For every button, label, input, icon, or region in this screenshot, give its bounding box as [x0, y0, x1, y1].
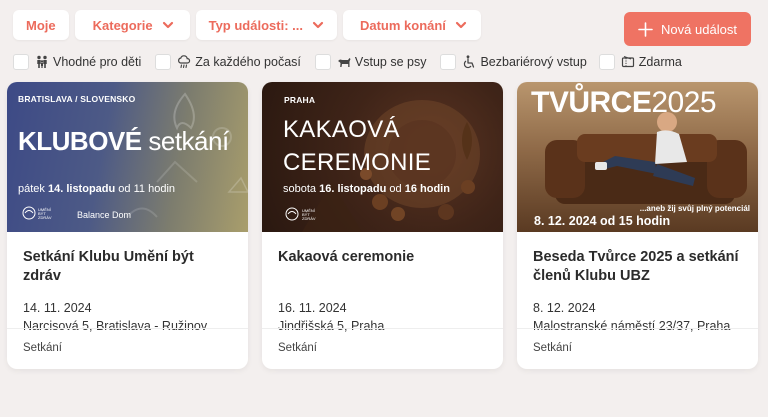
image-date: 14. listopadu — [47, 183, 116, 195]
checkbox[interactable] — [314, 54, 331, 70]
dog-icon — [337, 58, 351, 67]
filter-za-kazdeho-pocasi[interactable]: Za každého počasí — [155, 54, 301, 70]
event-image: PRAHA KAKAOVÁ CEREMONIE sobota 16. listo… — [262, 82, 503, 232]
chevron-down-icon — [455, 21, 467, 29]
event-image-city: PRAHA — [284, 95, 316, 105]
filter-typ-udalosti-dropdown[interactable]: Typ události: ... — [195, 10, 337, 40]
plus-icon — [638, 21, 653, 37]
event-date: 14. 11. 2024 — [23, 301, 92, 315]
event-card[interactable]: TVŮRCE2025 ...aneb žij svůj plný potenci… — [517, 82, 758, 369]
filter-datum-konani-label: Datum konání — [359, 17, 446, 33]
image-hour: 11 hodin — [133, 183, 175, 195]
event-address: Jindřišská 5, Praha — [278, 319, 385, 333]
event-image-headline-line2: CEREMONIE — [283, 149, 432, 176]
image-day: sobota — [283, 183, 317, 195]
event-image-logo-text: UMĚNÍ BÝT ZDRÁV — [38, 207, 52, 221]
event-title[interactable]: Beseda Tvůrce 2025 a setkání členů Klubu… — [533, 248, 742, 286]
event-address: Narcisová 5, Bratislava - Ružinov — [23, 319, 208, 333]
event-image-city: BRATISLAVA / SLOVENSKO — [18, 94, 136, 104]
event-date: 16. 11. 2024 — [278, 301, 347, 315]
filter-kategorie-dropdown[interactable]: Kategorie — [74, 10, 190, 40]
chevron-down-icon — [162, 21, 173, 29]
event-image-tagline: ...aneb žij svůj plný potenciál — [639, 204, 750, 213]
family-icon — [37, 55, 47, 68]
event-image-date-line: 8. 12. 2024 od 15 hodin — [534, 214, 671, 228]
filter-typ-udalosti-label: Typ události: ... — [208, 17, 303, 33]
filter-kategorie-label: Kategorie — [92, 17, 153, 33]
event-image-headline-line1: KAKAOVÁ — [283, 116, 400, 143]
event-title[interactable]: Setkání Klubu Umění být zdráv — [23, 248, 232, 286]
event-image-headline: KLUBOVÉ setkání — [18, 126, 229, 157]
filter-moje-button[interactable]: Moje — [13, 10, 69, 40]
event-image-brand: TVŮRCE2025 — [531, 86, 717, 120]
ticket-icon — [621, 55, 634, 68]
divider — [517, 328, 758, 329]
filter-zdarma[interactable]: Zdarma — [598, 54, 682, 70]
event-category: Setkání — [278, 342, 317, 354]
event-date: 8. 12. 2024 — [533, 301, 596, 315]
event-image: TVŮRCE2025 ...aneb žij svůj plný potenci… — [517, 82, 758, 232]
filter-zdarma-label: Zdarma — [638, 55, 682, 69]
checkbox[interactable] — [13, 54, 29, 70]
event-card[interactable]: PRAHA KAKAOVÁ CEREMONIE sobota 16. listo… — [262, 82, 503, 369]
filter-datum-konani-dropdown[interactable]: Datum konání — [342, 10, 481, 40]
image-day: pátek — [18, 183, 45, 195]
filter-vhodne-pro-deti[interactable]: Vhodné pro děti — [13, 54, 141, 70]
event-category: Setkání — [23, 342, 62, 354]
filter-bezbarierovy-vstup-label: Bezbariérový vstup — [480, 55, 587, 69]
filter-vstup-se-psy[interactable]: Vstup se psy — [314, 54, 427, 70]
event-image: BRATISLAVA / SLOVENSKO KLUBOVÉ setkání p… — [7, 82, 248, 232]
event-image-date-line: sobota 16. listopadu od 16 hodin — [283, 183, 450, 195]
image-od: od — [118, 183, 131, 195]
event-image-date-line: pátek 14. listopadu od 11 hodin — [18, 183, 175, 195]
checkbox[interactable] — [440, 54, 457, 70]
new-event-label: Nová událost — [661, 21, 737, 37]
image-date: 16. listopadu — [319, 183, 387, 195]
attribute-filters: Vhodné pro děti Za každého počasí Vstup … — [13, 54, 682, 70]
brand-text: TVŮRCE — [531, 86, 652, 119]
image-od: od — [389, 183, 402, 195]
filter-vhodne-pro-deti-label: Vhodné pro děti — [53, 55, 142, 69]
checkbox[interactable] — [155, 54, 172, 70]
image-hour: 16 hodin — [404, 183, 450, 195]
headline-bold: KLUBOVÉ — [18, 126, 142, 156]
filter-za-kazdeho-pocasi-label: Za každého počasí — [195, 55, 301, 69]
event-image-logo-text: UMĚNÍ BÝT ZDRÁV — [302, 208, 316, 222]
divider — [7, 328, 248, 329]
event-card[interactable]: BRATISLAVA / SLOVENSKO KLUBOVÉ setkání p… — [7, 82, 248, 369]
event-title[interactable]: Kakaová ceremonie — [278, 248, 487, 286]
wheelchair-icon — [464, 55, 475, 69]
filter-bezbarierovy-vstup[interactable]: Bezbariérový vstup — [440, 54, 587, 70]
chevron-down-icon — [312, 21, 324, 29]
checkbox[interactable] — [598, 54, 615, 70]
cloud-rain-icon — [178, 55, 191, 69]
filter-toolbar: Moje Kategorie Typ události: ... Datum k… — [13, 10, 481, 40]
divider — [262, 328, 503, 329]
event-address: Malostranské náměstí 23/37, Praha — [533, 319, 731, 333]
new-event-button[interactable]: Nová událost — [624, 12, 751, 46]
filter-vstup-se-psy-label: Vstup se psy — [354, 55, 427, 69]
headline-light: setkání — [148, 126, 229, 156]
brand-year: 2025 — [651, 86, 717, 119]
event-image-venue: Balance Dom — [77, 210, 132, 220]
event-category: Setkání — [533, 342, 572, 354]
filter-moje-label: Moje — [26, 17, 56, 33]
